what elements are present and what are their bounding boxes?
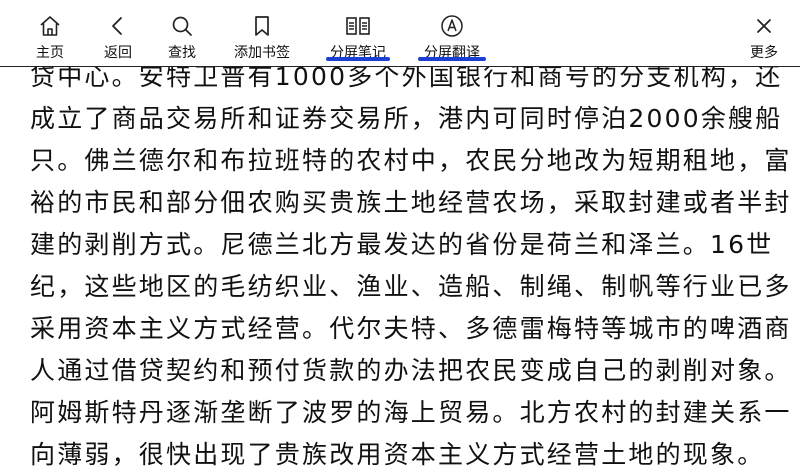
toolbar-divider [0, 66, 800, 67]
text-line: 采用资本主义方式经营。代尔夫特、多德雷梅特等城市的啤酒商 [30, 314, 792, 343]
home-button[interactable]: 主页 [30, 0, 70, 66]
reader-toolbar: 主页 返回 查找 添加书签 分屏笔记 分屏翻译 更多 [0, 0, 800, 66]
text-line: 纪，这些地区的毛纺织业、渔业、造船、制绳、制帆等行业已多 [30, 272, 792, 301]
home-label: 主页 [36, 45, 64, 61]
split-notes-icon [344, 12, 372, 40]
back-icon [104, 12, 132, 40]
text-line: 阿姆斯特丹逐渐垄断了波罗的海上贸易。北方农村的封建关系一 [30, 398, 792, 427]
more-label: 更多 [750, 45, 778, 61]
search-icon [168, 12, 196, 40]
back-label: 返回 [104, 45, 132, 61]
reading-content: 贷中心。安特卫普有1000多个外国银行和商号的分支机构，还 成立了商品交易所和证… [0, 56, 800, 476]
bookmark-icon [248, 12, 276, 40]
more-button[interactable]: 更多 [744, 0, 784, 66]
translate-icon [438, 12, 466, 40]
search-label: 查找 [168, 45, 196, 61]
text-line: 只。佛兰德尔和布拉班特的农村中，农民分地改为短期租地，富 [30, 146, 792, 175]
text-line: 裕的市民和部分佃农购买贵族土地经营农场，采取封建或者半封 [30, 188, 792, 217]
text-line: 建的剥削方式。尼德兰北方最发达的省份是荷兰和泽兰。16世 [30, 230, 774, 259]
add-bookmark-label: 添加书签 [234, 45, 290, 61]
text-line: 人通过借贷契约和预付货款的办法把农民变成自己的剥削对象。 [30, 356, 792, 385]
search-button[interactable]: 查找 [162, 0, 202, 66]
text-line: 成立了商品交易所和证券交易所，港内可同时停泊2000余艘船 [30, 104, 783, 133]
text-line: 向薄弱，很快出现了贵族改用资本主义方式经营土地的现象。 [30, 440, 765, 469]
home-icon [36, 12, 64, 40]
split-translate-highlight [418, 57, 486, 61]
more-icon [750, 12, 778, 40]
split-notes-highlight [326, 57, 390, 61]
add-bookmark-button[interactable]: 添加书签 [226, 0, 298, 66]
back-button[interactable]: 返回 [98, 0, 138, 66]
